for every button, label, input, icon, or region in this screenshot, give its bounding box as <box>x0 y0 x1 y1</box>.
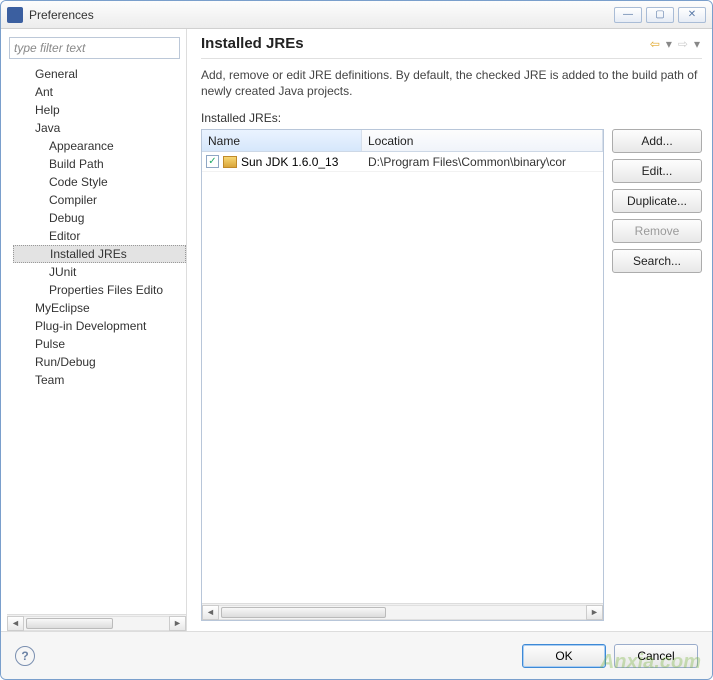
history-nav: ⇦▾ ⇨▾ <box>648 37 702 51</box>
jre-checkbox[interactable]: ✓ <box>206 155 219 168</box>
table-row[interactable]: ✓ Sun JDK 1.6.0_13 D:\Program Files\Common… <box>202 152 603 172</box>
jre-name: Sun JDK 1.6.0_13 <box>241 155 338 169</box>
tree-item-code-style[interactable]: Code Style <box>13 173 186 191</box>
forward-icon: ⇨ <box>676 37 690 51</box>
filter-input[interactable] <box>9 37 180 59</box>
back-icon[interactable]: ⇦ <box>648 37 662 51</box>
close-button[interactable]: ✕ <box>678 7 706 23</box>
scroll-thumb[interactable] <box>26 618 113 629</box>
duplicate-button[interactable]: Duplicate... <box>612 189 702 213</box>
table-hscrollbar[interactable]: ◄ ► <box>202 603 603 620</box>
jre-table: Name Location ✓ Sun JDK 1.6.0_13 D:\Progra… <box>201 129 604 621</box>
jre-location: D:\Program Files\Common\binary\cor <box>362 155 603 169</box>
jre-icon <box>223 156 237 168</box>
tree-item-myeclipse[interactable]: MyEclipse <box>13 299 186 317</box>
scroll-left-icon[interactable]: ◄ <box>202 605 219 620</box>
tree-item-plug-in-development[interactable]: Plug-in Development <box>13 317 186 335</box>
dialog-footer: ? OK Cancel <box>1 631 712 679</box>
preferences-tree[interactable]: GeneralAntHelpJavaAppearanceBuild PathCo… <box>7 65 186 614</box>
scroll-thumb[interactable] <box>221 607 386 618</box>
scroll-right-icon[interactable]: ► <box>169 616 186 631</box>
cancel-button[interactable]: Cancel <box>614 644 698 668</box>
help-icon[interactable]: ? <box>15 646 35 666</box>
tree-item-junit[interactable]: JUnit <box>13 263 186 281</box>
edit-button[interactable]: Edit... <box>612 159 702 183</box>
scroll-right-icon[interactable]: ► <box>586 605 603 620</box>
page-description: Add, remove or edit JRE definitions. By … <box>201 59 702 109</box>
add-button[interactable]: Add... <box>612 129 702 153</box>
tree-item-general[interactable]: General <box>13 65 186 83</box>
tree-item-compiler[interactable]: Compiler <box>13 191 186 209</box>
column-header-location[interactable]: Location <box>362 130 603 151</box>
back-menu-icon[interactable]: ▾ <box>664 37 674 51</box>
forward-menu-icon[interactable]: ▾ <box>692 37 702 51</box>
preferences-window: Preferences — ▢ ✕ GeneralAntHelpJavaAppe… <box>0 0 713 680</box>
window-title: Preferences <box>29 8 614 22</box>
tree-item-editor[interactable]: Editor <box>13 227 186 245</box>
tree-item-properties-files-edito[interactable]: Properties Files Edito <box>13 281 186 299</box>
sidebar-hscrollbar[interactable]: ◄ ► <box>7 614 186 631</box>
tree-item-appearance[interactable]: Appearance <box>13 137 186 155</box>
tree-item-pulse[interactable]: Pulse <box>13 335 186 353</box>
tree-item-debug[interactable]: Debug <box>13 209 186 227</box>
tree-item-help[interactable]: Help <box>13 101 186 119</box>
tree-item-ant[interactable]: Ant <box>13 83 186 101</box>
minimize-button[interactable]: — <box>614 7 642 23</box>
column-header-name[interactable]: Name <box>202 130 362 151</box>
app-icon <box>7 7 23 23</box>
scroll-left-icon[interactable]: ◄ <box>7 616 24 631</box>
page-title: Installed JREs <box>201 35 648 52</box>
titlebar: Preferences — ▢ ✕ <box>1 1 712 29</box>
tree-item-team[interactable]: Team <box>13 371 186 389</box>
tree-item-run-debug[interactable]: Run/Debug <box>13 353 186 371</box>
tree-item-build-path[interactable]: Build Path <box>13 155 186 173</box>
search-button[interactable]: Search... <box>612 249 702 273</box>
maximize-button[interactable]: ▢ <box>646 7 674 23</box>
tree-item-java[interactable]: Java <box>13 119 186 137</box>
ok-button[interactable]: OK <box>522 644 606 668</box>
tree-item-installed-jres[interactable]: Installed JREs <box>13 245 186 263</box>
sidebar: GeneralAntHelpJavaAppearanceBuild PathCo… <box>1 29 187 631</box>
section-label: Installed JREs: <box>201 109 702 129</box>
remove-button[interactable]: Remove <box>612 219 702 243</box>
